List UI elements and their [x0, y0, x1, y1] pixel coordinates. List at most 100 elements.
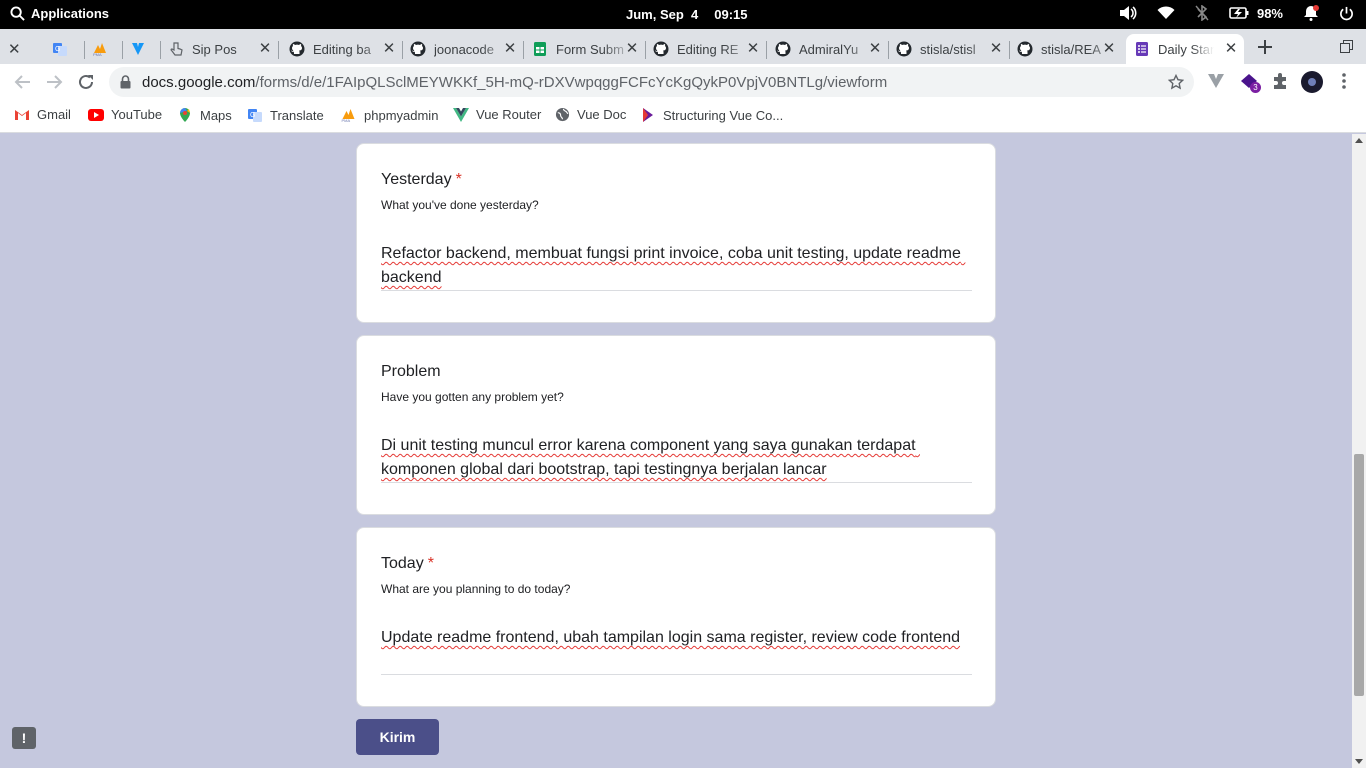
github-icon — [775, 41, 791, 57]
back-arrow-icon[interactable] — [14, 73, 32, 91]
page-scrollbar[interactable] — [1352, 134, 1366, 768]
applications-menu[interactable]: Applications — [10, 6, 109, 21]
bookmark-vue-doc[interactable]: Vue Doc — [555, 107, 626, 122]
close-icon[interactable]: ✕ — [1224, 41, 1238, 56]
page-content: Yesterday * What you've done yesterday? R… — [0, 134, 1352, 768]
question-card-problem: Problem Have you gotten any problem yet?… — [356, 335, 996, 515]
submit-button[interactable]: Kirim — [356, 719, 439, 755]
gmail-icon — [15, 110, 29, 120]
browser-toolbar: docs.google.com/forms/d/e/1FAIpQLSclMEYW… — [0, 64, 1366, 100]
tab-pinned-phpmyadmin[interactable]: PMA — [84, 34, 123, 64]
lock-icon[interactable] — [120, 75, 131, 89]
answer-today-input[interactable]: Update readme frontend, ubah tampilan lo… — [381, 626, 972, 666]
volume-icon[interactable] — [1119, 5, 1137, 21]
date-label: Jum, Sep 4 — [626, 7, 699, 22]
wifi-icon[interactable] — [1157, 6, 1175, 20]
forward-arrow-icon[interactable] — [45, 73, 63, 91]
close-icon[interactable]: ✕ — [746, 41, 760, 56]
bookmark-vue-router[interactable]: Vue Router — [453, 107, 541, 122]
bookmark-label: Maps — [200, 107, 232, 123]
bookmark-label: YouTube — [111, 107, 163, 122]
reload-icon[interactable] — [77, 73, 95, 91]
svg-text:G: G — [55, 46, 60, 53]
question-description: Have you gotten any problem yet? — [381, 390, 564, 404]
profile-avatar[interactable] — [1301, 71, 1323, 93]
tab-pinned-translate[interactable]: G — [44, 34, 85, 64]
github-icon — [289, 41, 305, 57]
time-label: 09:15 — [714, 7, 748, 22]
report-problem-button[interactable]: ! — [12, 727, 36, 749]
answer-underline — [381, 674, 972, 675]
svg-text:PMA: PMA — [342, 118, 351, 123]
google-translate-icon: G — [248, 109, 262, 122]
address-bar[interactable]: docs.google.com/forms/d/e/1FAIpQLSclMEYW… — [109, 67, 1194, 97]
youtube-icon — [88, 108, 104, 121]
url-path: /forms/d/e/1FAIpQLSclMEYWKKf_5H-mQ-rDXVw… — [255, 74, 888, 91]
tab-stisla-stisla[interactable]: stisla/stisl ✕ — [888, 34, 1010, 64]
close-icon[interactable]: ✕ — [8, 40, 21, 58]
question-title: Problem — [381, 363, 441, 380]
tab-sip-pos[interactable]: Sip Pos ✕ — [160, 34, 279, 64]
tab-daily-standup[interactable]: Daily Stan ✕ — [1126, 34, 1244, 64]
close-icon[interactable]: ✕ — [868, 41, 882, 56]
kebab-menu-icon[interactable] — [1336, 72, 1352, 90]
scroll-up-arrow-icon[interactable] — [1355, 138, 1363, 143]
bookmark-gmail[interactable]: Gmail — [14, 107, 71, 122]
bluetooth-off-icon[interactable] — [1195, 5, 1209, 21]
tab-close-leading[interactable]: ✕ — [8, 34, 28, 64]
tab-editing-ba[interactable]: Editing ba ✕ — [281, 34, 403, 64]
bookmark-label: Vue Doc — [577, 107, 627, 122]
question-card-yesterday: Yesterday * What you've done yesterday? R… — [356, 143, 996, 323]
url-text: docs.google.com/forms/d/e/1FAIpQLSclMEYW… — [142, 74, 887, 91]
tab-pinned-vuetify[interactable] — [122, 34, 161, 64]
github-icon — [653, 41, 669, 57]
bookmark-youtube[interactable]: YouTube — [88, 107, 162, 122]
power-icon[interactable] — [1339, 6, 1354, 21]
question-title: Today * — [381, 555, 434, 572]
tab-title: stisla/stisl — [920, 41, 976, 57]
close-icon[interactable]: ✕ — [1102, 41, 1116, 56]
tab-form-subm[interactable]: Form Subm ✕ — [524, 34, 646, 64]
extension-with-badge[interactable]: 3 — [1240, 72, 1261, 93]
close-icon[interactable]: ✕ — [382, 41, 396, 56]
tab-admiralyu[interactable]: AdmiralYu ✕ — [767, 34, 889, 64]
tab-editing-re[interactable]: Editing RE ✕ — [645, 34, 767, 64]
svg-text:G: G — [250, 112, 255, 119]
answer-underline — [381, 482, 972, 483]
vuetify-extension-icon[interactable] — [1207, 72, 1225, 90]
notification-bell-icon[interactable] — [1303, 5, 1319, 21]
restore-window-button[interactable] — [1340, 40, 1353, 58]
search-icon — [10, 6, 25, 21]
tab-title: Form Subm — [556, 41, 624, 57]
url-domain: docs.google.com — [142, 74, 256, 91]
clock[interactable]: Jum, Sep 4 09:15 — [626, 7, 748, 22]
puzzle-extensions-icon[interactable] — [1271, 72, 1289, 90]
github-icon — [410, 41, 426, 57]
close-icon[interactable]: ✕ — [989, 41, 1003, 56]
scrollbar-thumb[interactable] — [1354, 454, 1364, 696]
close-icon[interactable]: ✕ — [503, 41, 517, 56]
github-icon — [896, 41, 912, 57]
bookmark-structuring-vue[interactable]: Structuring Vue Co... — [640, 107, 783, 123]
bookmark-label: Translate — [270, 107, 324, 123]
close-icon[interactable]: ✕ — [258, 41, 272, 56]
bookmark-maps[interactable]: Maps — [177, 107, 232, 123]
close-icon[interactable]: ✕ — [625, 41, 639, 56]
tab-stisla-readme[interactable]: stisla/REA ✕ — [1009, 34, 1122, 64]
answer-problem-input[interactable]: Di unit testing muncul error karena comp… — [381, 434, 972, 484]
bookmark-translate[interactable]: G Translate — [247, 107, 324, 123]
new-tab-button[interactable] — [1257, 38, 1273, 61]
tab-joonacode[interactable]: joonacode ✕ — [402, 34, 524, 64]
extension-badge: 3 — [1250, 82, 1261, 93]
battery-icon[interactable] — [1229, 7, 1249, 19]
tab-title: AdmiralYu — [799, 41, 859, 57]
plus-icon — [1258, 40, 1272, 54]
scroll-down-arrow-icon[interactable] — [1355, 759, 1363, 764]
tab-title: Daily Stan — [1158, 41, 1214, 57]
bookmark-phpmyadmin[interactable]: PMA phpmyadmin — [340, 107, 439, 124]
bookmark-star-icon[interactable] — [1168, 74, 1184, 90]
answer-yesterday-input[interactable]: Refactor backend, membuat fungsi print i… — [381, 242, 972, 292]
question-card-today: Today * What are you planning to do today… — [356, 527, 996, 707]
battery-percent: 98% — [1256, 5, 1283, 21]
bookmark-label: phpmyadmin — [364, 107, 439, 123]
